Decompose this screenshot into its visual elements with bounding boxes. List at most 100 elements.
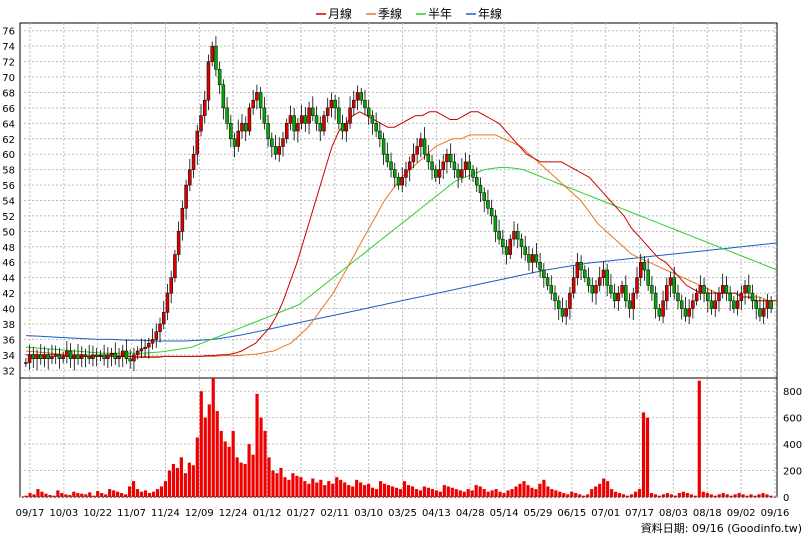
candle-body-down — [732, 300, 736, 309]
candle-body-down — [337, 107, 341, 124]
candle-body-up — [251, 99, 255, 109]
candle-body-down — [478, 184, 483, 194]
candle-body-up — [568, 292, 572, 309]
volume-bar — [135, 489, 140, 497]
candle-body-up — [98, 354, 103, 357]
volume-bar — [586, 494, 590, 497]
volume-bar — [327, 481, 331, 497]
volume-bar — [550, 489, 554, 497]
volume-bar — [291, 473, 295, 497]
candle-body-up — [121, 350, 125, 357]
candle-body-up — [713, 300, 717, 309]
candle-body-up — [437, 169, 442, 178]
candle-body-up — [687, 308, 691, 317]
volume-bar — [255, 393, 259, 497]
volume-bar — [450, 487, 454, 497]
candle-body-down — [232, 138, 237, 147]
volume-bar — [191, 465, 195, 497]
volume-bar — [96, 491, 100, 497]
candle-body-up — [236, 130, 241, 147]
candle-body-down — [340, 123, 345, 132]
candle-body-down — [57, 354, 62, 359]
volume-bar — [44, 493, 48, 497]
volume-bar — [56, 490, 60, 497]
volume-bar — [100, 493, 104, 497]
candle-body-down — [381, 138, 386, 155]
candle-body-down — [258, 92, 263, 109]
date-tick-label: 03/25 — [388, 508, 417, 519]
volume-bar — [335, 477, 339, 497]
candle-body-down — [519, 238, 524, 248]
volume-bar — [657, 495, 662, 497]
volume-bar — [359, 482, 363, 497]
candle-body-down — [422, 138, 427, 155]
candle-body-down — [434, 169, 438, 178]
candle-body-down — [471, 169, 475, 178]
volume-bar — [398, 489, 403, 497]
volume-bar — [749, 494, 753, 497]
candle-body-up — [765, 300, 770, 309]
volume-bar — [139, 491, 144, 497]
candle-body-up — [720, 285, 725, 294]
volume-bar — [610, 489, 614, 497]
candle-body-up — [195, 130, 200, 155]
candle-body-up — [288, 115, 293, 124]
volume-bar — [442, 485, 446, 497]
volume-bar — [303, 481, 307, 497]
volume-bar — [223, 441, 227, 497]
candle-body-down — [314, 115, 319, 124]
candle-body-up — [35, 354, 39, 359]
volume-bar — [283, 477, 287, 497]
candle-body-up — [564, 308, 568, 317]
candle-body-up — [597, 277, 602, 286]
candle-body-down — [583, 269, 587, 278]
candle-body-up — [575, 261, 580, 278]
volume-bar — [355, 479, 359, 497]
price-tick-label: 62 — [2, 135, 15, 146]
volume-bar — [371, 487, 375, 497]
volume-bar — [482, 489, 486, 497]
candle-body-up — [460, 169, 464, 178]
candle-body-up — [65, 350, 69, 357]
candle-body-down — [128, 358, 132, 362]
volume-bar — [534, 489, 538, 497]
candle-body-up — [161, 312, 166, 325]
candle-body-down — [560, 308, 565, 317]
volume-bar — [175, 467, 179, 497]
volume-bar — [227, 446, 231, 497]
volume-bar — [307, 483, 311, 497]
candle-body-up — [411, 153, 416, 163]
legend-label-3: 年線 — [478, 6, 502, 21]
date-tick-label: 04/13 — [422, 508, 451, 519]
volume-bar — [127, 486, 132, 497]
candle-body-up — [661, 300, 665, 317]
volume-bar — [530, 487, 534, 497]
price-tick-label: 46 — [2, 258, 15, 269]
volume-bar — [578, 494, 582, 497]
candle-body-up — [638, 261, 643, 278]
candle-body-down — [229, 123, 233, 140]
candle-body-down — [545, 277, 550, 286]
volume-bar — [697, 380, 701, 497]
candle-body-up — [717, 292, 721, 302]
candle-body-up — [176, 231, 181, 255]
candle-body-down — [467, 161, 472, 170]
volume-bar — [367, 483, 371, 497]
volume-bar — [259, 417, 263, 497]
candle-body-down — [534, 254, 539, 263]
volume-bar — [518, 483, 522, 497]
date-tick-label: 07/17 — [625, 508, 654, 519]
volume-bar — [717, 494, 721, 497]
volume-bar — [693, 495, 697, 497]
candle-body-up — [165, 292, 170, 313]
date-tick-label: 04/28 — [456, 508, 485, 519]
volume-bar — [143, 490, 148, 497]
volume-bar — [625, 495, 630, 497]
volume-bar — [677, 493, 681, 497]
volume-bar — [339, 479, 343, 497]
volume-bar — [64, 494, 68, 497]
volume-bar — [574, 493, 578, 497]
volume-bar — [394, 487, 399, 497]
volume-bar — [251, 454, 255, 497]
candle-body-down — [556, 300, 561, 309]
